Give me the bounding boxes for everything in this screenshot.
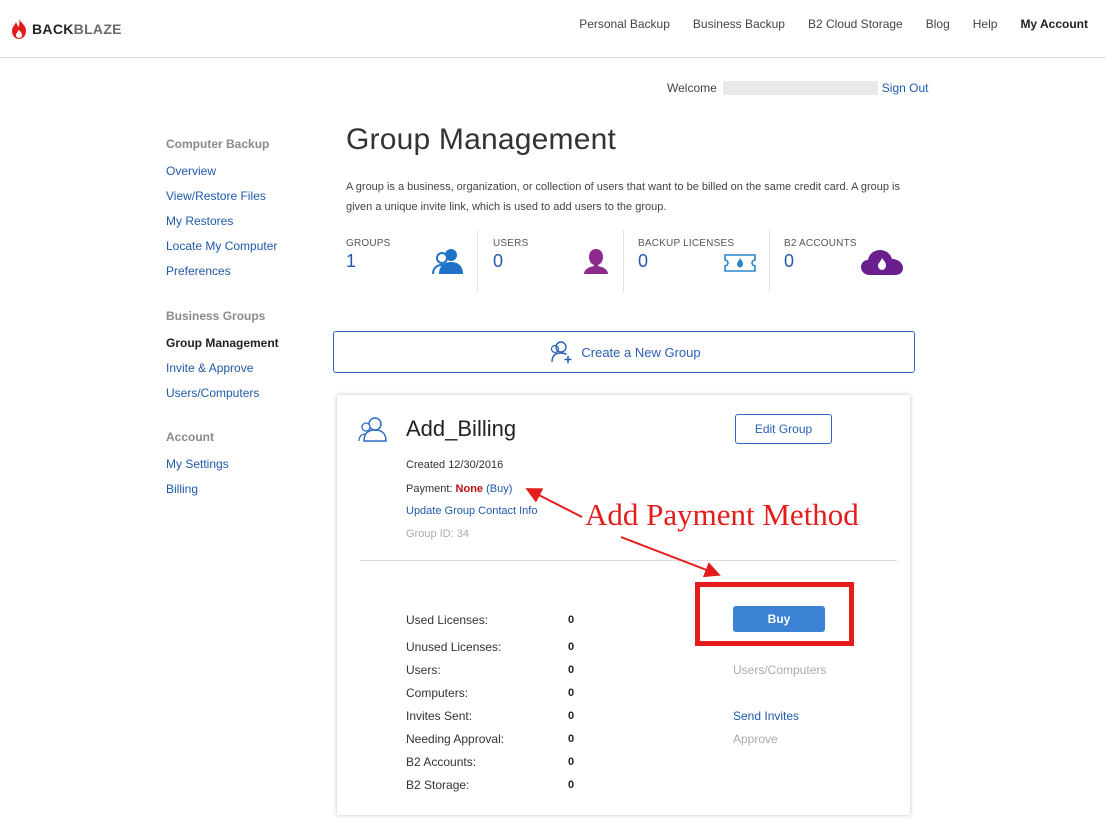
sidebar-item-overview[interactable]: Overview (166, 164, 216, 178)
used-licenses-value: 0 (568, 614, 575, 626)
edit-group-button[interactable]: Edit Group (735, 414, 832, 444)
b2-accounts-value: 0 (568, 756, 575, 768)
sidebar-item-my-settings[interactable]: My Settings (166, 457, 229, 471)
group-id: Group ID: 34 (406, 528, 469, 540)
cloud-icon (861, 250, 903, 275)
stat-separator (623, 230, 624, 292)
group-created-date: Created 12/30/2016 (406, 459, 504, 471)
sidebar-heading-business-groups: Business Groups (166, 309, 266, 323)
flame-icon (12, 19, 26, 39)
used-licenses-label: Used Licenses: (406, 613, 489, 627)
create-group-label: Create a New Group (581, 344, 701, 360)
payment-value: None (455, 483, 484, 495)
b2-storage-label: B2 Storage: (406, 778, 470, 792)
unused-licenses-label: Unused Licenses: (406, 640, 502, 654)
sidebar-item-view-restore-files[interactable]: View/Restore Files (166, 189, 266, 203)
group-icon (432, 249, 463, 275)
nav-my-account[interactable]: My Account (1020, 17, 1088, 31)
create-group-button[interactable]: Create a New Group (333, 331, 915, 373)
stat-b2-accounts: B2 ACCOUNTS 0 (784, 238, 857, 294)
b2-storage-value: 0 (568, 779, 575, 791)
stat-users: USERS 0 (493, 238, 528, 294)
sidebar-item-preferences[interactable]: Preferences (166, 264, 231, 278)
page-description: A group is a business, organization, or … (346, 181, 900, 213)
stat-groups: GROUPS 1 (346, 238, 391, 294)
page-title: Group Management (346, 123, 617, 156)
ticket-icon (724, 254, 756, 272)
approve-link: Approve (733, 732, 778, 746)
update-contact-link[interactable]: Update Group Contact Info (406, 505, 537, 517)
group-outline-icon (358, 417, 387, 442)
needing-approval-label: Needing Approval: (406, 732, 505, 746)
sidebar-item-invite-approve[interactable]: Invite & Approve (166, 361, 253, 375)
highlight-box (695, 582, 854, 646)
stat-separator (477, 230, 478, 292)
stat-backup-licenses: BACKUP LICENSES 0 (638, 238, 734, 294)
stat-value: 1 (346, 251, 357, 271)
group-name: Add_Billing (406, 416, 517, 441)
send-invites-link[interactable]: Send Invites (733, 709, 799, 723)
needing-approval-value: 0 (568, 733, 575, 745)
stat-value: 0 (493, 251, 504, 271)
sidebar-heading-account: Account (166, 430, 214, 444)
logo-text: BACKBLAZE (32, 21, 122, 37)
stat-label: B2 ACCOUNTS (784, 238, 857, 249)
nav-business-backup[interactable]: Business Backup (693, 17, 785, 31)
payment-label: Payment: (406, 483, 453, 495)
nav-b2-cloud-storage[interactable]: B2 Cloud Storage (808, 17, 903, 31)
sign-out-link[interactable]: Sign Out (882, 81, 929, 95)
computers-label: Computers: (406, 686, 469, 700)
sidebar-item-locate-my-computer[interactable]: Locate My Computer (166, 239, 277, 253)
redacted-email (722, 81, 878, 95)
nav-help[interactable]: Help (973, 17, 998, 31)
computers-value: 0 (568, 687, 575, 699)
sidebar-item-group-management[interactable]: Group Management (166, 336, 279, 350)
welcome-bar: Welcome Sign Out (667, 81, 929, 95)
stat-value: 0 (638, 251, 649, 271)
stat-label: GROUPS (346, 238, 391, 249)
sidebar-item-billing[interactable]: Billing (166, 482, 198, 496)
add-group-icon (551, 341, 572, 363)
card-divider (360, 560, 897, 561)
sidebar-heading-computer-backup: Computer Backup (166, 137, 270, 151)
sidebar-item-my-restores[interactable]: My Restores (166, 214, 233, 228)
stat-label: USERS (493, 238, 529, 249)
users-computers-link: Users/Computers (733, 663, 827, 677)
users-value: 0 (568, 664, 575, 676)
top-navigation: Personal Backup Business Backup B2 Cloud… (556, 17, 1088, 31)
stat-separator (769, 230, 770, 292)
b2-accounts-label: B2 Accounts: (406, 755, 477, 769)
stat-label: BACKUP LICENSES (638, 238, 735, 249)
nav-personal-backup[interactable]: Personal Backup (579, 17, 670, 31)
annotation-label: Add Payment Method (585, 497, 859, 532)
stat-value: 0 (784, 251, 795, 271)
invites-sent-label: Invites Sent: (406, 709, 473, 723)
user-icon (584, 249, 608, 274)
users-label: Users: (406, 663, 441, 677)
invites-sent-value: 0 (568, 710, 575, 722)
top-header: BACKBLAZE Personal Backup Business Backu… (0, 0, 1106, 58)
unused-licenses-value: 0 (568, 641, 575, 653)
group-payment-status: Payment: None (Buy) (406, 483, 512, 495)
payment-buy-link[interactable]: (Buy) (486, 483, 512, 495)
sidebar-item-users-computers[interactable]: Users/Computers (166, 386, 259, 400)
backblaze-logo[interactable]: BACKBLAZE (11, 19, 122, 39)
nav-blog[interactable]: Blog (926, 17, 950, 31)
welcome-label: Welcome (667, 81, 717, 95)
